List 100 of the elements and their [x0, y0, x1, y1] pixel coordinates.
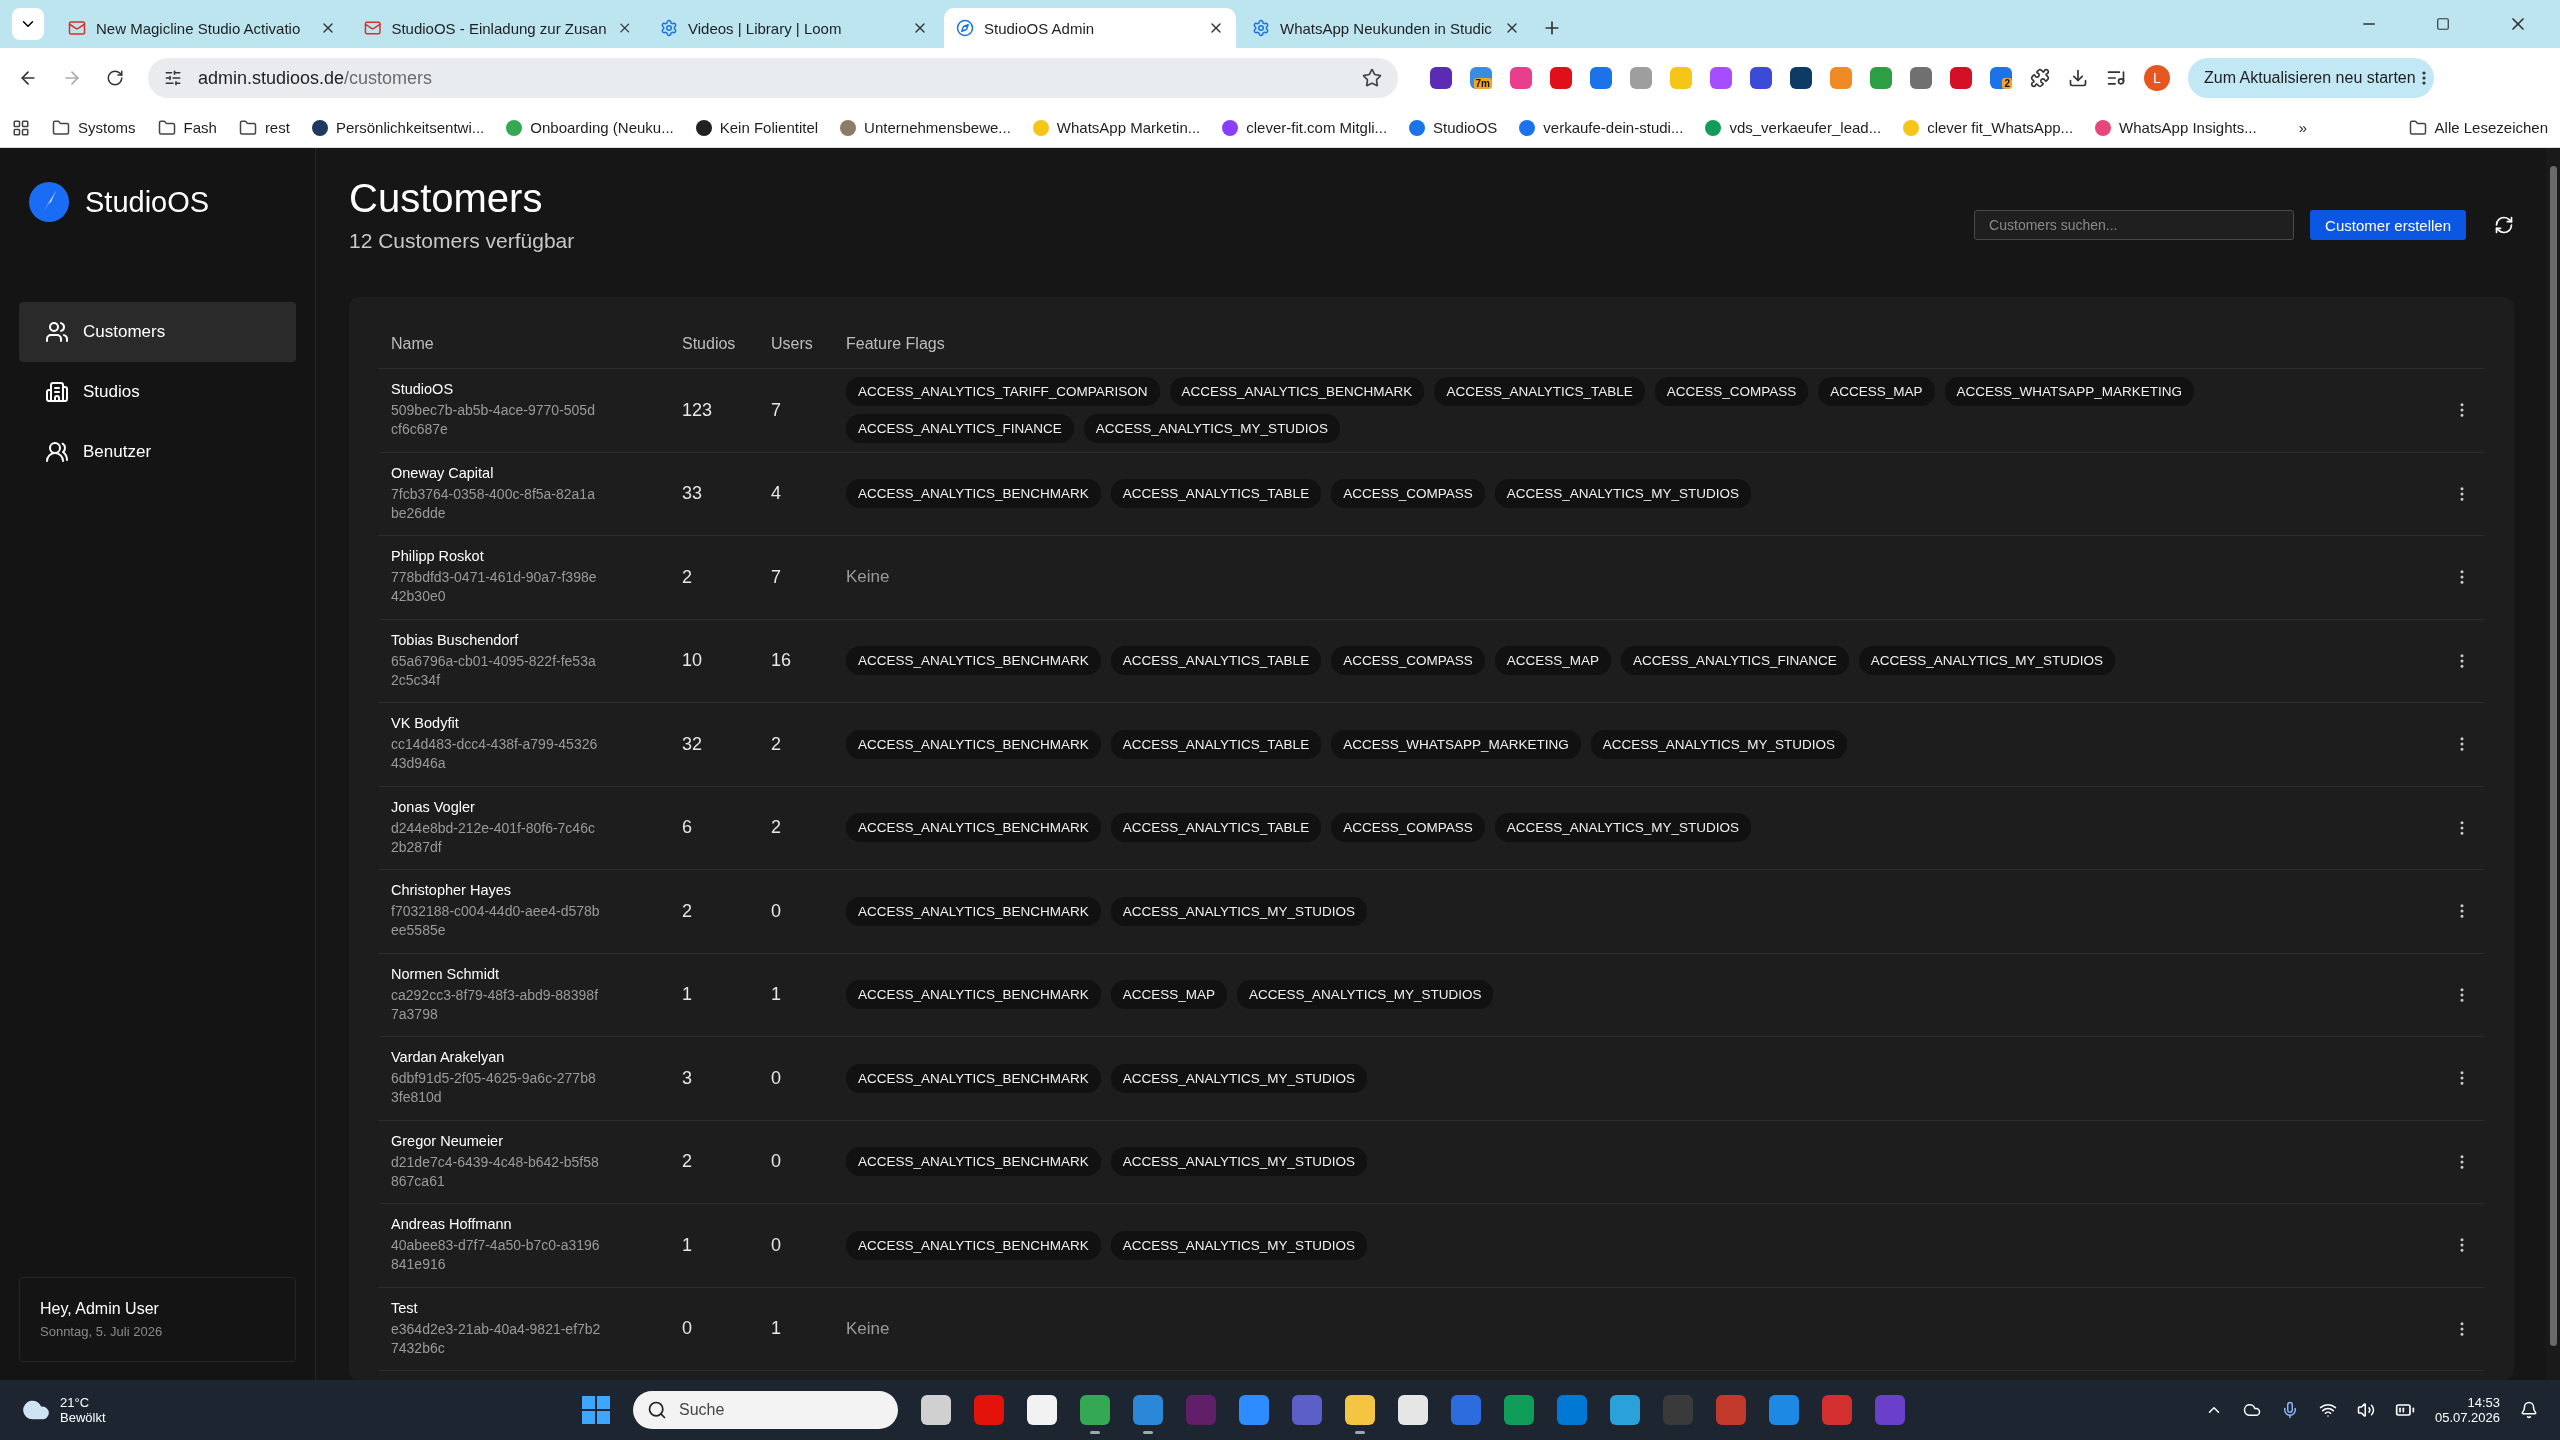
clock[interactable]: 14:53 05.07.2026 — [2434, 1395, 2500, 1425]
browser-tab[interactable]: New Magicline Studio Activatio — [56, 8, 348, 48]
start-icon[interactable] — [582, 1396, 610, 1424]
customer-id: 6dbf91d5-2f05-4625-9a6c-277b83fe810d — [391, 1069, 597, 1108]
app-icon[interactable] — [1027, 1395, 1057, 1425]
browser-tab[interactable]: StudioOS - Einladung zur Zusan — [352, 8, 644, 48]
browser-tab[interactable]: Videos | Library | Loom — [648, 8, 940, 48]
reload-icon[interactable] — [106, 69, 124, 87]
studio-count: 2 — [682, 1151, 693, 1173]
bookmark[interactable]: verkaufe-dein-studi... — [1519, 119, 1684, 136]
extension-icon[interactable] — [1430, 67, 1452, 89]
update-button[interactable]: Zum Aktualisieren neu starten — [2188, 58, 2434, 98]
more-bookmarks-button[interactable]: » — [2298, 119, 2307, 136]
gear-icon — [660, 19, 678, 37]
customer-name: Jonas Vogler — [391, 798, 476, 815]
bookmark[interactable]: clever fit_WhatsApp... — [1903, 119, 2074, 136]
cloud-icon[interactable] — [2242, 1401, 2261, 1419]
studio-count: 123 — [682, 399, 714, 421]
nav-item[interactable]: Customers — [19, 302, 296, 362]
notification-icon[interactable] — [2520, 1401, 2538, 1419]
brand-name: StudioOS — [85, 185, 210, 219]
feature-flag-tag: ACCESS_ANALYTICS_MY_STUDIOS — [1110, 896, 1368, 926]
feature-flag-tag: ACCESS_WHATSAPP_MARKETING — [1331, 729, 1581, 759]
create-customer-button[interactable]: Customer erstellen — [2310, 210, 2466, 240]
weather-text: Bewölkt — [60, 1410, 106, 1425]
feature-flag-tag: ACCESS_ANALYTICS_MY_STUDIOS — [1110, 1063, 1368, 1093]
bookmark[interactable]: Kein Folientitel — [695, 119, 819, 136]
studio-count: 1 — [682, 984, 693, 1006]
column-header: Feature Flags — [846, 334, 946, 353]
bookmark[interactable]: Onboarding (Neuku... — [506, 119, 674, 136]
media-icon[interactable] — [2106, 68, 2126, 88]
browser-tab[interactable]: StudioOS Admin — [944, 8, 1236, 48]
download-icon[interactable] — [2068, 68, 2088, 88]
address-bar[interactable]: admin.studioos.de/customers — [148, 58, 1398, 98]
column-header: Name — [391, 334, 435, 353]
customer-name: Vardan Arakelyan — [391, 1049, 506, 1066]
tab-title: WhatsApp Neukunden in Studic — [1280, 19, 1493, 37]
app-icon[interactable] — [1345, 1395, 1375, 1425]
bookmark[interactable]: WhatsApp Insights... — [2095, 119, 2257, 136]
customer-id: 65a6796a-cb01-4095-822f-fe53a2c5c34f — [391, 651, 597, 690]
nav-item[interactable]: Benutzer — [19, 422, 296, 482]
extension-icon[interactable]: 2 — [1990, 67, 2012, 89]
extension-icon[interactable] — [1910, 67, 1932, 89]
search-field[interactable]: Customers suchen... — [1974, 210, 2295, 240]
profile-avatar[interactable]: L — [2144, 65, 2170, 91]
customer-name: Philipp Roskot — [391, 548, 485, 565]
customer-id: e364d2e3-21ab-40a4-9821-ef7b27432b6c — [391, 1319, 601, 1358]
customer-name: Tobias Buschendorf — [391, 631, 520, 648]
extension-icon[interactable] — [1550, 67, 1572, 89]
bookmark[interactable]: rest — [238, 118, 290, 137]
feature-flag-tag: ACCESS_ANALYTICS_TABLE — [1110, 479, 1322, 509]
feature-flag-tag: ACCESS_ANALYTICS_BENCHMARK — [846, 1230, 1101, 1260]
logo-icon — [29, 182, 69, 222]
app-icon[interactable] — [921, 1395, 951, 1425]
user-count: 4 — [771, 483, 782, 505]
extensions-icon[interactable] — [2030, 68, 2050, 88]
bookmark-star-icon[interactable] — [1362, 68, 1382, 88]
maximize-icon[interactable] — [2436, 17, 2450, 31]
nav-item[interactable]: Studios — [19, 362, 296, 422]
mail-icon — [68, 19, 86, 37]
bookmark[interactable]: WhatsApp Marketin... — [1032, 119, 1201, 136]
site-settings-icon[interactable] — [164, 69, 182, 87]
bookmark[interactable]: vds_verkaeufer_lead... — [1705, 119, 1882, 136]
refresh-icon[interactable] — [2494, 215, 2514, 235]
bookmark[interactable]: Unternehmensbewe... — [840, 119, 1011, 136]
extension-icon[interactable] — [1790, 67, 1812, 89]
feature-flag-tag: ACCESS_ANALYTICS_MY_STUDIOS — [1110, 1230, 1368, 1260]
scrollbar[interactable] — [2546, 148, 2560, 1380]
customer-name: StudioOS — [391, 381, 455, 398]
feature-flag-tag: ACCESS_ANALYTICS_BENCHMARK — [846, 896, 1101, 926]
extension-icon[interactable] — [1950, 67, 1972, 89]
search-icon — [647, 1400, 667, 1420]
feature-flag-tag: ACCESS_ANALYTICS_TABLE — [1110, 729, 1322, 759]
customer-id: cc14d483-dcc4-438f-a799-4532643d946a — [391, 735, 599, 774]
studio-count: 2 — [682, 900, 693, 922]
bookmark[interactable]: Fash — [157, 118, 217, 137]
extension-icon[interactable] — [1750, 67, 1772, 89]
volume-icon[interactable] — [2356, 1401, 2375, 1419]
browser-tab[interactable]: WhatsApp Neukunden in Studic — [1240, 8, 1532, 48]
customer-id: 509bec7b-ab5b-4ace-9770-505dcf6c687e — [391, 401, 596, 440]
wifi-icon[interactable] — [2318, 1401, 2337, 1419]
all-bookmarks-folder[interactable]: Alle Lesezeichen — [2408, 118, 2548, 137]
bookmark[interactable]: Persönlichkeitsentwi... — [311, 119, 485, 136]
bookmark[interactable]: clever-fit.com Mitgli... — [1222, 119, 1388, 136]
bookmark[interactable]: Systoms — [52, 118, 136, 137]
no-flags-text: Keine — [846, 1318, 891, 1339]
feature-flag-tag: ACCESS_ANALYTICS_MY_STUDIOS — [1237, 980, 1494, 1010]
compass-icon — [956, 19, 974, 37]
folder-icon — [238, 118, 257, 137]
extension-icon[interactable]: 7m — [1470, 67, 1492, 89]
app-icon[interactable] — [1398, 1395, 1428, 1425]
apps-icon[interactable] — [12, 118, 30, 137]
taskbar-search-field[interactable]: Suche — [633, 1391, 898, 1429]
feature-flag-tag: ACCESS_ANALYTICS_BENCHMARK — [846, 980, 1101, 1010]
customer-id: ca292cc3-8f79-48f3-abd9-88398f7a3798 — [391, 985, 600, 1024]
tab-title: StudioOS - Einladung zur Zusan — [391, 19, 607, 37]
tab-title: Videos | Library | Loom — [688, 19, 843, 37]
feature-flag-tag: ACCESS_ANALYTICS_BENCHMARK — [846, 479, 1101, 509]
bookmark[interactable]: StudioOS — [1409, 119, 1498, 136]
feature-flag-tag: ACCESS_ANALYTICS_MY_STUDIOS — [1858, 646, 2116, 676]
